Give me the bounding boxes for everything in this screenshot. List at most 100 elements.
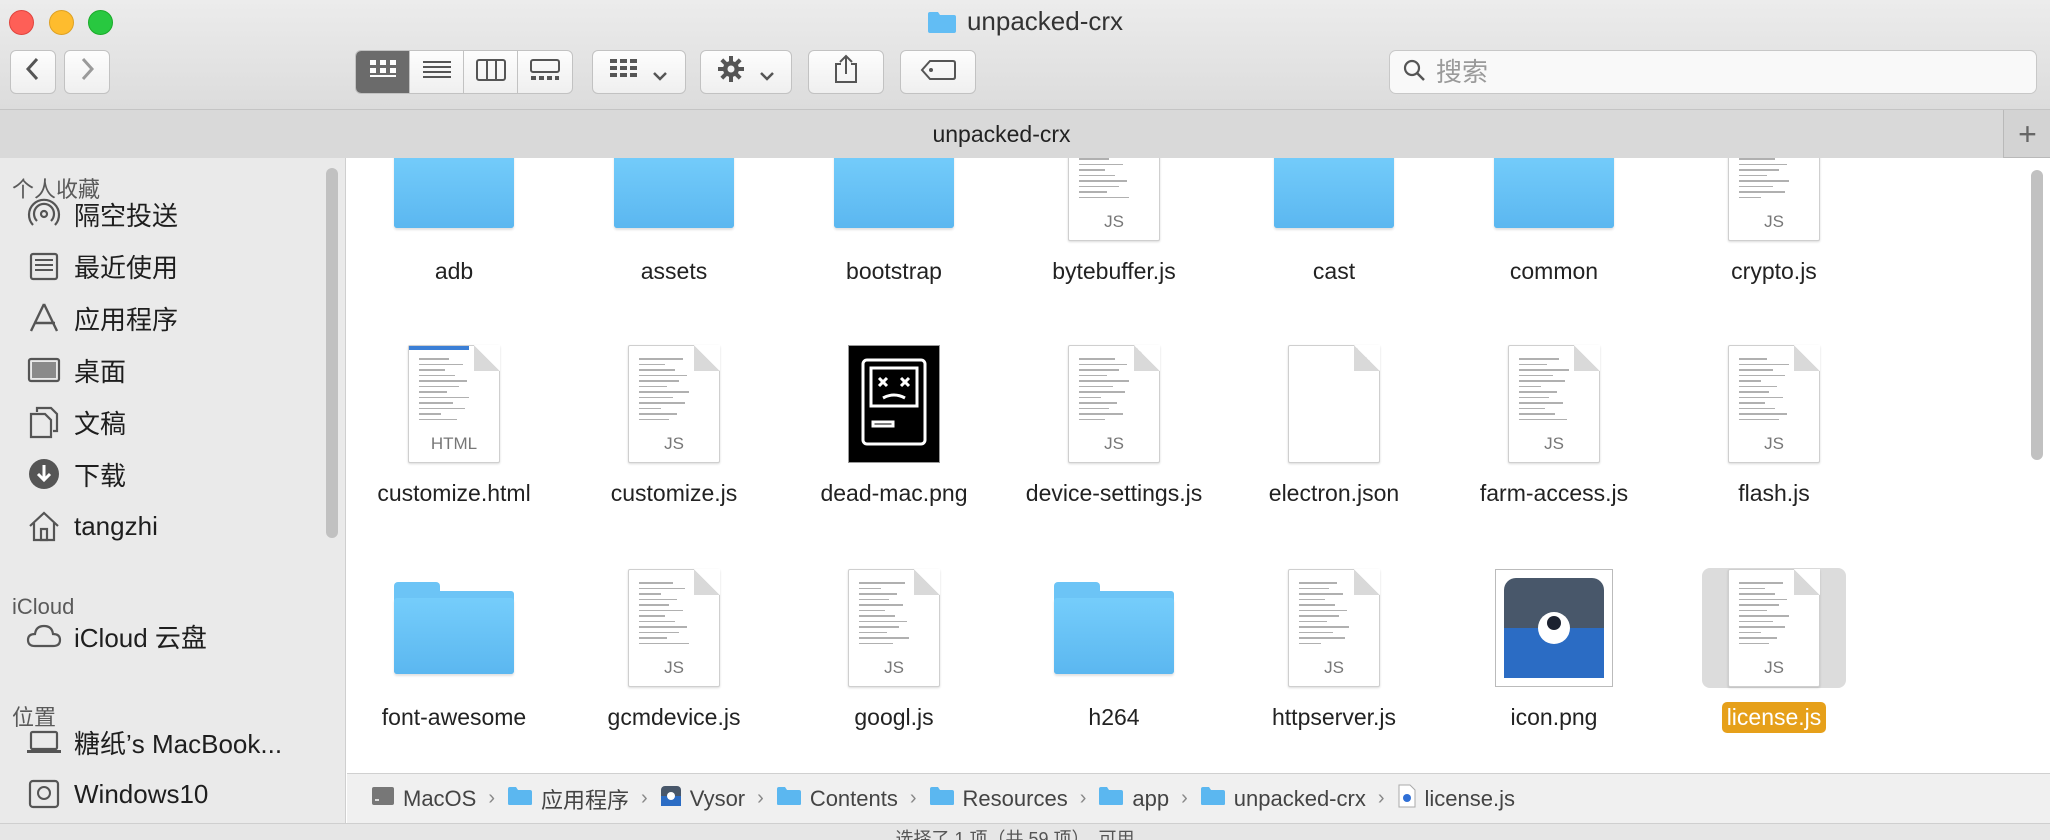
file-name: electron.json: [1268, 480, 1400, 506]
file-name: gcmdevice.js: [607, 704, 741, 730]
folder-item[interactable]: h264: [1014, 568, 1214, 733]
sidebar-item-label: 下载: [74, 460, 127, 491]
sidebar-item-desktop[interactable]: 桌面: [26, 348, 126, 392]
share-button[interactable]: [808, 50, 884, 94]
file-item[interactable]: JS flash.js: [1674, 344, 1874, 509]
new-tab-button[interactable]: +: [2005, 110, 2050, 158]
path-bar: MacOS › 应用程序 › Vysor › Contents › Resources › app ›…: [347, 773, 2050, 823]
folder-icon: [1484, 158, 1624, 242]
file-item[interactable]: JS device-settings.js: [1014, 344, 1214, 509]
js-file-icon: JS: [824, 568, 964, 688]
gear-icon: [717, 55, 745, 90]
sidebar-item-icloud-drive[interactable]: iCloud 云盘: [26, 614, 207, 658]
view-mode-segmented: [355, 50, 573, 94]
sidebar-item-label: 桌面: [74, 356, 127, 387]
breadcrumb-label: MacOS: [403, 785, 477, 811]
sidebar-item-home[interactable]: tangzhi: [26, 504, 158, 548]
breadcrumb-label: Vysor: [689, 785, 746, 811]
js-file-icon: JS: [1704, 344, 1844, 464]
content-scrollbar[interactable]: [2031, 170, 2043, 460]
file-name: adb: [434, 258, 474, 284]
search-field[interactable]: [1389, 50, 2037, 94]
chevron-right-icon: ›: [641, 787, 648, 809]
file-item[interactable]: JS googl.js: [794, 568, 994, 733]
file-name: farm-access.js: [1479, 480, 1629, 506]
plus-icon: +: [2018, 115, 2037, 152]
file-item[interactable]: HTML customize.html: [354, 344, 554, 509]
file-name: googl.js: [854, 704, 934, 730]
sidebar-item-downloads[interactable]: 下载: [26, 452, 126, 496]
folder-item[interactable]: adb: [354, 158, 554, 287]
window-title: unpacked-crx: [0, 6, 2050, 37]
file-name: flash.js: [1738, 480, 1810, 506]
chevron-left-icon: [25, 57, 41, 88]
sidebar-item-airdrop[interactable]: 隔空投送: [26, 192, 178, 236]
breadcrumb-item[interactable]: Vysor: [660, 785, 745, 813]
file-item[interactable]: JS farm-access.js: [1454, 344, 1654, 509]
dead-mac-icon: [824, 344, 964, 464]
folder-item[interactable]: common: [1454, 158, 1654, 287]
sidebar-item-macbook[interactable]: 糖纸’s MacBook...: [26, 720, 282, 764]
file-name: customize.js: [610, 480, 738, 506]
back-button[interactable]: [10, 50, 56, 94]
column-view-button[interactable]: [464, 51, 518, 93]
file-name: customize.html: [377, 480, 531, 506]
gallery-view-button[interactable]: [518, 51, 572, 93]
sidebar-item-recents[interactable]: 最近使用: [26, 244, 178, 288]
group-menu-button[interactable]: [592, 50, 686, 94]
breadcrumb-item[interactable]: license.js: [1397, 784, 1515, 814]
folder-item[interactable]: cast: [1234, 158, 1434, 287]
breadcrumb-item[interactable]: 应用程序: [507, 783, 629, 815]
search-input[interactable]: [1436, 56, 1996, 88]
js-file-icon: [1397, 784, 1417, 814]
folder-item[interactable]: font-awesome: [354, 568, 554, 733]
action-menu-button[interactable]: [700, 50, 792, 94]
folder-icon: [927, 10, 957, 34]
file-item[interactable]: dead-mac.png: [794, 344, 994, 509]
file-name: cast: [1312, 258, 1356, 284]
file-item[interactable]: JS httpserver.js: [1234, 568, 1434, 733]
chevron-right-icon: ›: [1181, 787, 1188, 809]
app-icon: [660, 785, 682, 813]
applications-icon: [26, 300, 62, 336]
chevron-right-icon: ›: [909, 787, 917, 809]
chevron-right-icon: ›: [488, 787, 496, 809]
sidebar-item-documents[interactable]: 文稿: [26, 400, 126, 444]
folder-item[interactable]: assets: [574, 158, 774, 287]
breadcrumb-item[interactable]: unpacked-crx: [1200, 786, 1366, 812]
sidebar-item-applications[interactable]: 应用程序: [26, 296, 178, 340]
sidebar-item-windows10[interactable]: Windows10: [26, 772, 208, 816]
html-file-icon: HTML: [384, 344, 524, 464]
sidebar-item-label: 隔空投送: [74, 200, 179, 231]
folder-item[interactable]: bootstrap: [794, 158, 994, 287]
breadcrumb-item[interactable]: Contents: [776, 786, 898, 812]
desktop-icon: [26, 352, 62, 388]
icon-view-button[interactable]: [356, 51, 410, 93]
folder-icon: [384, 158, 524, 242]
breadcrumb-item[interactable]: Resources: [929, 786, 1068, 812]
file-item[interactable]: JS customize.js: [574, 344, 774, 509]
forward-button[interactable]: [64, 50, 110, 94]
sidebar-scrollbar[interactable]: [326, 168, 338, 538]
file-item[interactable]: JS license.js: [1674, 568, 1874, 733]
file-item[interactable]: JS gcmdevice.js: [574, 568, 774, 733]
js-file-icon: JS: [604, 568, 744, 688]
gallery-view-icon: [530, 58, 560, 86]
file-item[interactable]: icon.png: [1454, 568, 1654, 733]
breadcrumb-item[interactable]: app: [1098, 786, 1169, 812]
file-name: icon.png: [1510, 704, 1598, 730]
list-view-button[interactable]: [410, 51, 464, 93]
chevron-right-icon: ›: [1377, 787, 1385, 809]
group-grid-icon: [610, 57, 638, 88]
file-name: bytebuffer.js: [1052, 258, 1176, 284]
file-item[interactable]: JS bytebuffer.js: [1014, 158, 1214, 287]
js-file-icon: JS: [1264, 568, 1404, 688]
breadcrumb-item[interactable]: MacOS: [371, 785, 476, 813]
tab-unpacked-crx[interactable]: unpacked-crx: [0, 110, 2004, 158]
file-item[interactable]: JS crypto.js: [1674, 158, 1874, 287]
airdrop-icon: [26, 196, 62, 232]
tags-button[interactable]: [900, 50, 976, 94]
file-item[interactable]: electron.json: [1234, 344, 1434, 509]
breadcrumb-label: app: [1132, 785, 1170, 811]
folder-icon: [384, 568, 524, 688]
